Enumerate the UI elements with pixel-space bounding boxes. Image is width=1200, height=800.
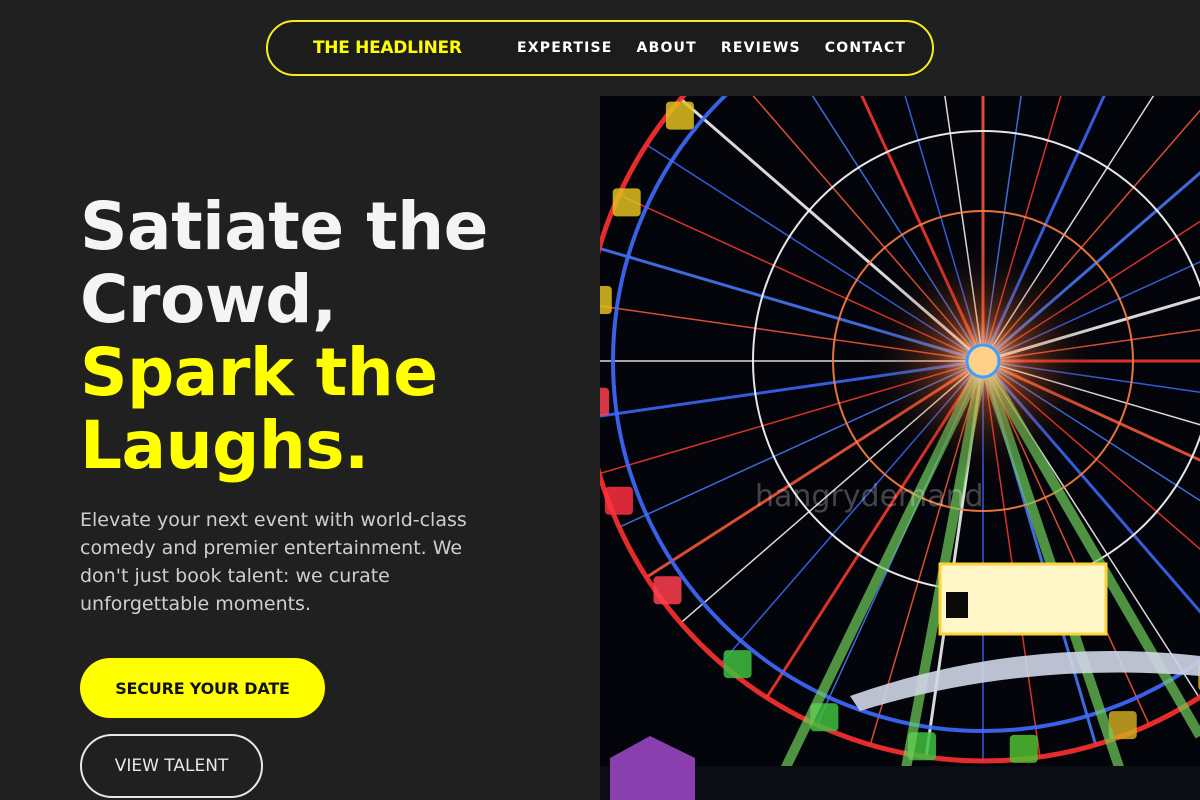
headline-line-4: Laughs. xyxy=(80,407,369,484)
nav-link-expertise[interactable]: EXPERTISE xyxy=(517,40,613,56)
wheel-cabin xyxy=(612,188,641,217)
top-nav: THE HEADLINER EXPERTISE ABOUT REVIEWS CO… xyxy=(266,20,934,76)
hero-description: Elevate your next event with world-class… xyxy=(80,509,467,615)
headline-line-3: Spark the xyxy=(80,334,438,411)
wheel-cabin xyxy=(723,650,752,679)
secure-date-button[interactable]: SECURE YOUR DATE xyxy=(80,658,325,718)
nav-link-contact[interactable]: CONTACT xyxy=(825,40,906,56)
wheel-cabin xyxy=(600,285,612,314)
hero-section: Satiate the Crowd, Spark the Laughs. xyxy=(80,190,580,482)
wheel-cabin xyxy=(604,486,633,515)
hero-image-ferris-wheel: hangrydemand xyxy=(600,96,1200,800)
headline-line-1: Satiate the xyxy=(80,188,488,265)
nav-link-reviews[interactable]: REVIEWS xyxy=(721,40,801,56)
ferris-wheel-illustration: hangrydemand xyxy=(600,96,1200,800)
headline-line-2: Crowd, xyxy=(80,261,337,338)
view-talent-button[interactable]: VIEW TALENT xyxy=(80,734,263,798)
brand-logo[interactable]: THE HEADLINER xyxy=(313,38,462,58)
hero-headline: Satiate the Crowd, Spark the Laughs. xyxy=(80,190,580,482)
image-watermark: hangrydemand xyxy=(755,479,984,514)
nav-links: EXPERTISE ABOUT REVIEWS CONTACT xyxy=(517,40,906,56)
nav-link-about[interactable]: ABOUT xyxy=(637,40,697,56)
wheel-cabin xyxy=(653,576,682,605)
wheel-cabin xyxy=(1009,734,1038,763)
wheel-cabin xyxy=(665,101,694,130)
wheel-cabin xyxy=(600,387,610,416)
